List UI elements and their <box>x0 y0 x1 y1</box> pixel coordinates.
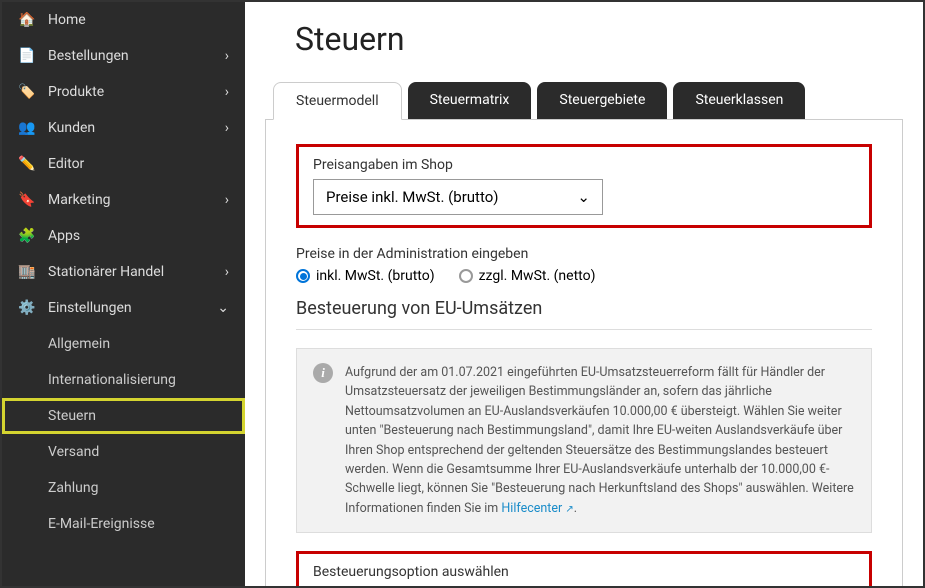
tab-areas[interactable]: Steuergebiete <box>537 82 667 120</box>
nav-pos[interactable]: 🏬 Stationärer Handel › <box>2 254 245 290</box>
radio-netto[interactable]: zzgl. MwSt. (netto) <box>459 268 596 284</box>
chevron-right-icon: › <box>225 264 229 280</box>
orders-icon: 📄 <box>18 48 36 64</box>
chevron-right-icon: › <box>225 84 229 100</box>
helpcenter-link[interactable]: Hilfecenter ↗ <box>501 501 573 516</box>
home-icon: 🏠 <box>18 12 36 28</box>
shop-prices-highlight: Preisangaben im Shop Preise inkl. MwSt. … <box>296 144 872 228</box>
nav-label: Bestellungen <box>48 48 129 64</box>
external-link-icon: ↗ <box>565 504 573 515</box>
apps-icon: 🧩 <box>18 228 36 244</box>
radio-brutto[interactable]: inkl. MwSt. (brutto) <box>296 268 435 284</box>
nav-products[interactable]: 🏷️ Produkte › <box>2 74 245 110</box>
radio-icon <box>296 269 310 283</box>
tax-option-highlight: Besteuerungsoption auswählen Besteuerung… <box>296 551 872 586</box>
chevron-right-icon: › <box>225 120 229 136</box>
chevron-right-icon: › <box>225 48 229 64</box>
info-box: i Aufgrund der am 01.07.2021 eingeführte… <box>296 348 872 533</box>
nav-home[interactable]: 🏠 Home <box>2 2 245 38</box>
sub-payment[interactable]: Zahlung <box>2 470 245 506</box>
sub-shipping[interactable]: Versand <box>2 434 245 470</box>
radio-label: inkl. MwSt. (brutto) <box>316 268 435 284</box>
gear-icon: ⚙️ <box>18 300 36 316</box>
admin-prices-section: Preise in der Administration eingeben in… <box>296 246 872 284</box>
main-content: Steuern Steuermodell Steuermatrix Steuer… <box>245 2 923 586</box>
sub-i18n[interactable]: Internationalisierung <box>2 362 245 398</box>
info-text: Aufgrund der am 01.07.2021 eingeführten … <box>345 363 855 518</box>
nav-label: Home <box>48 12 86 28</box>
nav-apps[interactable]: 🧩 Apps <box>2 218 245 254</box>
divider <box>296 329 872 330</box>
chevron-right-icon: › <box>225 192 229 208</box>
sidebar: 🏠 Home 📄 Bestellungen › 🏷️ Produkte › 👥 … <box>2 2 245 586</box>
customers-icon: 👥 <box>18 120 36 136</box>
tabs: Steuermodell Steuermatrix Steuergebiete … <box>273 82 903 120</box>
chevron-down-icon: ⌄ <box>217 300 229 316</box>
marketing-icon: 🔖 <box>18 192 36 208</box>
tab-model[interactable]: Steuermodell <box>273 82 402 120</box>
page-title: Steuern <box>295 20 903 58</box>
products-icon: 🏷️ <box>18 84 36 100</box>
nav-marketing[interactable]: 🔖 Marketing › <box>2 182 245 218</box>
nav-label: Einstellungen <box>48 300 132 316</box>
tax-option-label: Besteuerungsoption auswählen <box>313 564 855 580</box>
radio-label: zzgl. MwSt. (netto) <box>479 268 596 284</box>
eu-section-title: Besteuerung von EU-Umsätzen <box>296 298 872 319</box>
nav-label: Kunden <box>48 120 95 136</box>
radio-icon <box>459 269 473 283</box>
nav-label: Produkte <box>48 84 104 100</box>
store-icon: 🏬 <box>18 264 36 280</box>
nav-label: Apps <box>48 228 80 244</box>
tab-content: Preisangaben im Shop Preise inkl. MwSt. … <box>265 119 903 586</box>
tab-classes[interactable]: Steuerklassen <box>673 82 805 120</box>
select-value: Preise inkl. MwSt. (brutto) <box>326 188 499 206</box>
editor-icon: ✏️ <box>18 156 36 172</box>
sub-general[interactable]: Allgemein <box>2 326 245 362</box>
nav-editor[interactable]: ✏️ Editor <box>2 146 245 182</box>
chevron-down-icon: ⌄ <box>577 188 590 206</box>
nav-label: Marketing <box>48 192 111 208</box>
shop-prices-select[interactable]: Preise inkl. MwSt. (brutto) ⌄ <box>313 179 603 215</box>
nav-label: Stationärer Handel <box>48 264 164 280</box>
shop-prices-label: Preisangaben im Shop <box>313 157 855 173</box>
admin-prices-label: Preise in der Administration eingeben <box>296 246 872 262</box>
nav-orders[interactable]: 📄 Bestellungen › <box>2 38 245 74</box>
admin-prices-radio-group: inkl. MwSt. (brutto) zzgl. MwSt. (netto) <box>296 268 872 284</box>
tab-matrix[interactable]: Steuermatrix <box>408 82 532 120</box>
nav-customers[interactable]: 👥 Kunden › <box>2 110 245 146</box>
nav-settings[interactable]: ⚙️ Einstellungen ⌄ <box>2 290 245 326</box>
sub-taxes[interactable]: Steuern <box>2 398 245 434</box>
info-icon: i <box>313 363 333 383</box>
nav-label: Editor <box>48 156 84 172</box>
sub-email[interactable]: E-Mail-Ereignisse <box>2 506 245 542</box>
